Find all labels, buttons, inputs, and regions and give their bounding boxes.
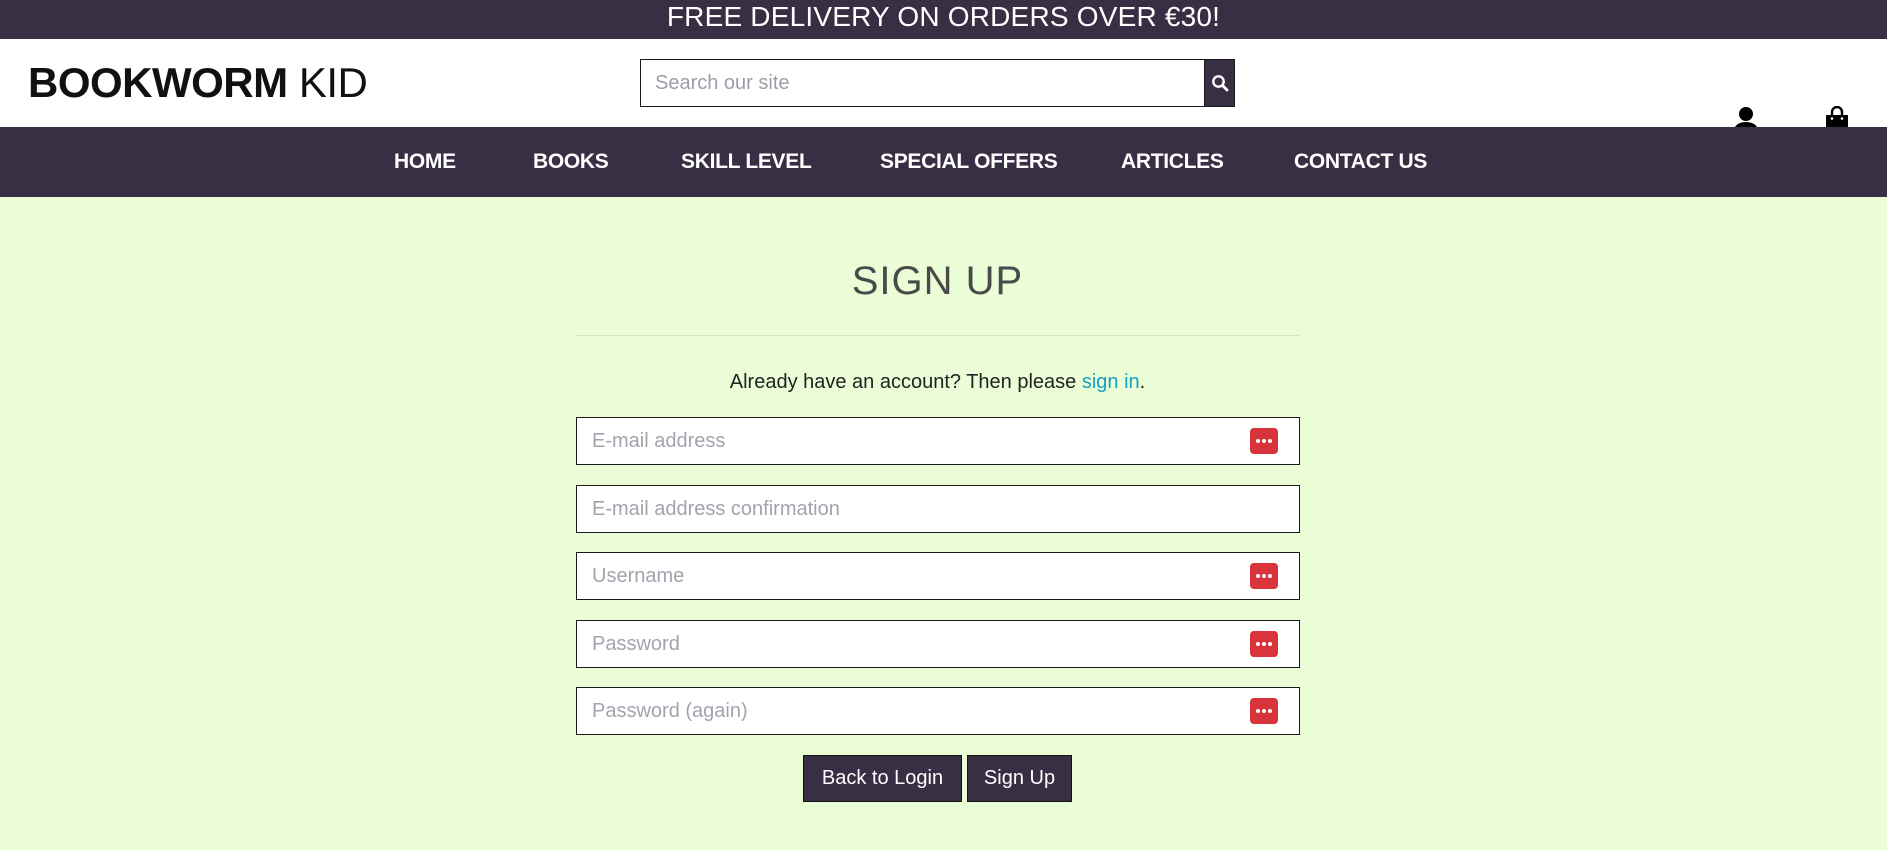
password-manager-icon (1256, 709, 1272, 713)
signin-prompt-end: . (1139, 371, 1146, 393)
main-nav: HOME BOOKS SKILL LEVEL SPECIAL OFFERS AR… (0, 127, 1887, 197)
site-logo[interactable]: BOOKWORM KID (28, 59, 368, 107)
password-password-manager-button[interactable] (1250, 631, 1278, 657)
signin-prompt: Already have an account? Then please sig… (0, 371, 1875, 394)
nav-item-books[interactable]: BOOKS (533, 127, 609, 197)
nav-item-home[interactable]: HOME (394, 127, 456, 197)
logo-text-strong: BOOKWORM (28, 59, 288, 106)
promo-text: FREE DELIVERY ON ORDERS OVER €30! (666, 1, 1221, 32)
email-password-manager-button[interactable] (1250, 428, 1278, 454)
back-to-login-button[interactable]: Back to Login (803, 755, 962, 802)
title-divider (576, 335, 1300, 336)
logo-text-light: KID (298, 59, 368, 106)
username-password-manager-button[interactable] (1250, 563, 1278, 589)
email-field[interactable] (576, 417, 1300, 465)
site-header: BOOKWORM KID (0, 39, 1887, 135)
search-button[interactable] (1204, 59, 1235, 107)
signin-link[interactable]: sign in (1082, 371, 1140, 393)
username-field[interactable] (576, 552, 1300, 600)
promo-banner: FREE DELIVERY ON ORDERS OVER €30! (0, 0, 1887, 39)
password-manager-icon (1256, 642, 1272, 646)
search-form (640, 59, 1235, 107)
nav-item-articles[interactable]: ARTICLES (1121, 127, 1224, 197)
search-input[interactable] (640, 59, 1204, 107)
nav-item-contact-us[interactable]: CONTACT US (1294, 127, 1427, 197)
sign-up-button[interactable]: Sign Up (967, 755, 1072, 802)
password-field[interactable] (576, 620, 1300, 668)
nav-item-special-offers[interactable]: SPECIAL OFFERS (880, 127, 1058, 197)
email-confirmation-field[interactable] (576, 485, 1300, 533)
nav-item-skill-level[interactable]: SKILL LEVEL (681, 127, 812, 197)
password-again-field[interactable] (576, 687, 1300, 735)
password-manager-icon (1256, 439, 1272, 443)
password-manager-icon (1256, 574, 1272, 578)
search-icon (1211, 75, 1228, 92)
page-title: SIGN UP (851, 259, 1024, 303)
signin-prompt-text: Already have an account? Then please (729, 371, 1082, 393)
signup-section: SIGN UP Already have an account? Then pl… (0, 197, 1887, 850)
password-again-password-manager-button[interactable] (1250, 698, 1278, 724)
